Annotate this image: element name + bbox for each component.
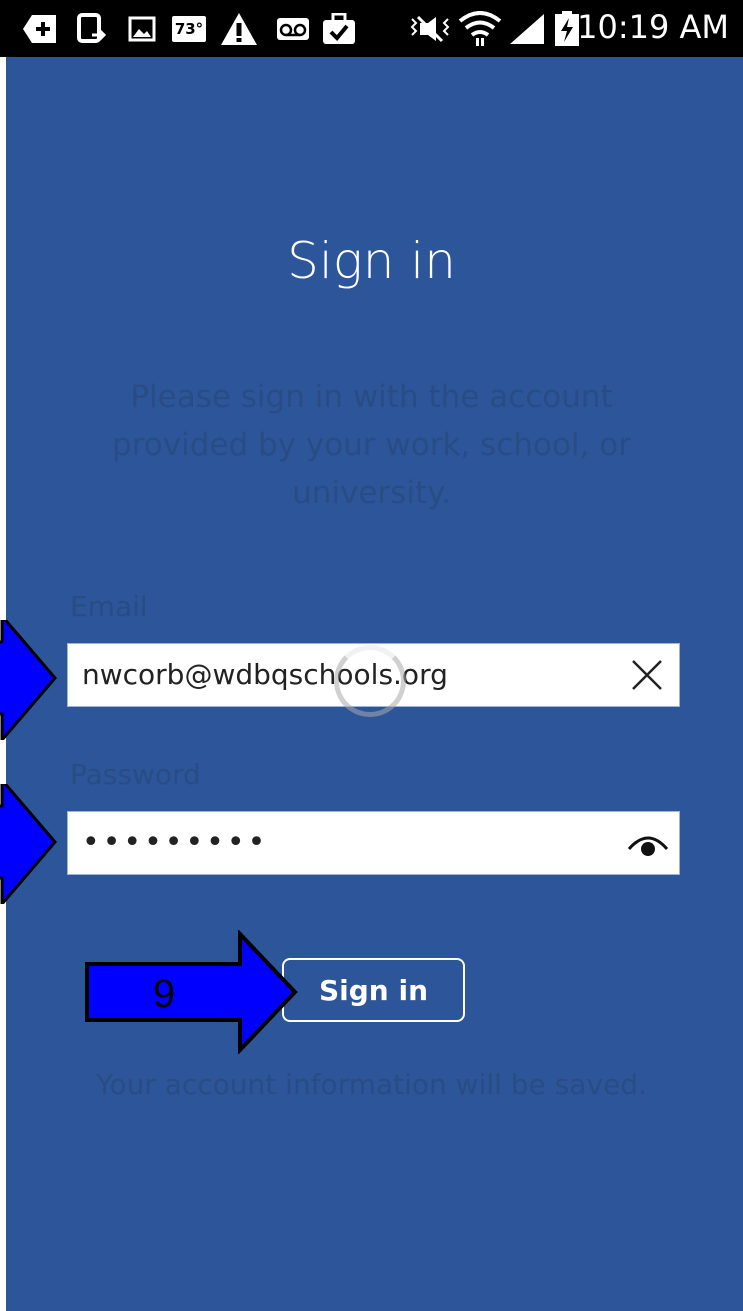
warning-icon: [220, 12, 258, 46]
password-label: Password: [70, 758, 201, 791]
status-bar: 73° 10:19 AM: [0, 0, 743, 57]
mute-vibrate-icon: [408, 12, 452, 46]
page-subtitle: Please sign in with the account provided…: [112, 379, 631, 511]
password-field[interactable]: •••••••••: [67, 811, 680, 875]
page-title: Sign in: [287, 232, 456, 290]
battery-charging-icon: [554, 11, 580, 46]
annotation-arrow-password: [0, 784, 57, 904]
loading-spinner: [334, 645, 406, 717]
email-label: Email: [70, 590, 148, 623]
signal-icon: [508, 12, 546, 46]
briefcase-check-icon: [322, 12, 356, 46]
clear-email-button[interactable]: [625, 653, 669, 697]
annotation-arrow-sign-in: [85, 930, 298, 1054]
account-saved-note: Your account information will be saved.: [96, 1068, 647, 1101]
eye-icon: [627, 836, 669, 856]
show-password-button[interactable]: [625, 825, 671, 861]
annotation-arrow-email: [0, 620, 57, 740]
temperature-badge: 73°: [171, 16, 207, 42]
temperature-icon: 73°: [171, 12, 207, 46]
voicemail-icon: [276, 12, 310, 46]
step-number: 9: [152, 972, 176, 1016]
wifi-icon: [458, 11, 502, 46]
add-icon: [22, 12, 58, 46]
close-icon: [632, 660, 662, 690]
clock: 10:19 AM: [577, 8, 729, 46]
image-icon: [128, 12, 156, 46]
password-value[interactable]: •••••••••: [82, 812, 268, 874]
sign-in-button[interactable]: Sign in: [282, 958, 465, 1022]
screen-cast-icon: [76, 12, 106, 46]
